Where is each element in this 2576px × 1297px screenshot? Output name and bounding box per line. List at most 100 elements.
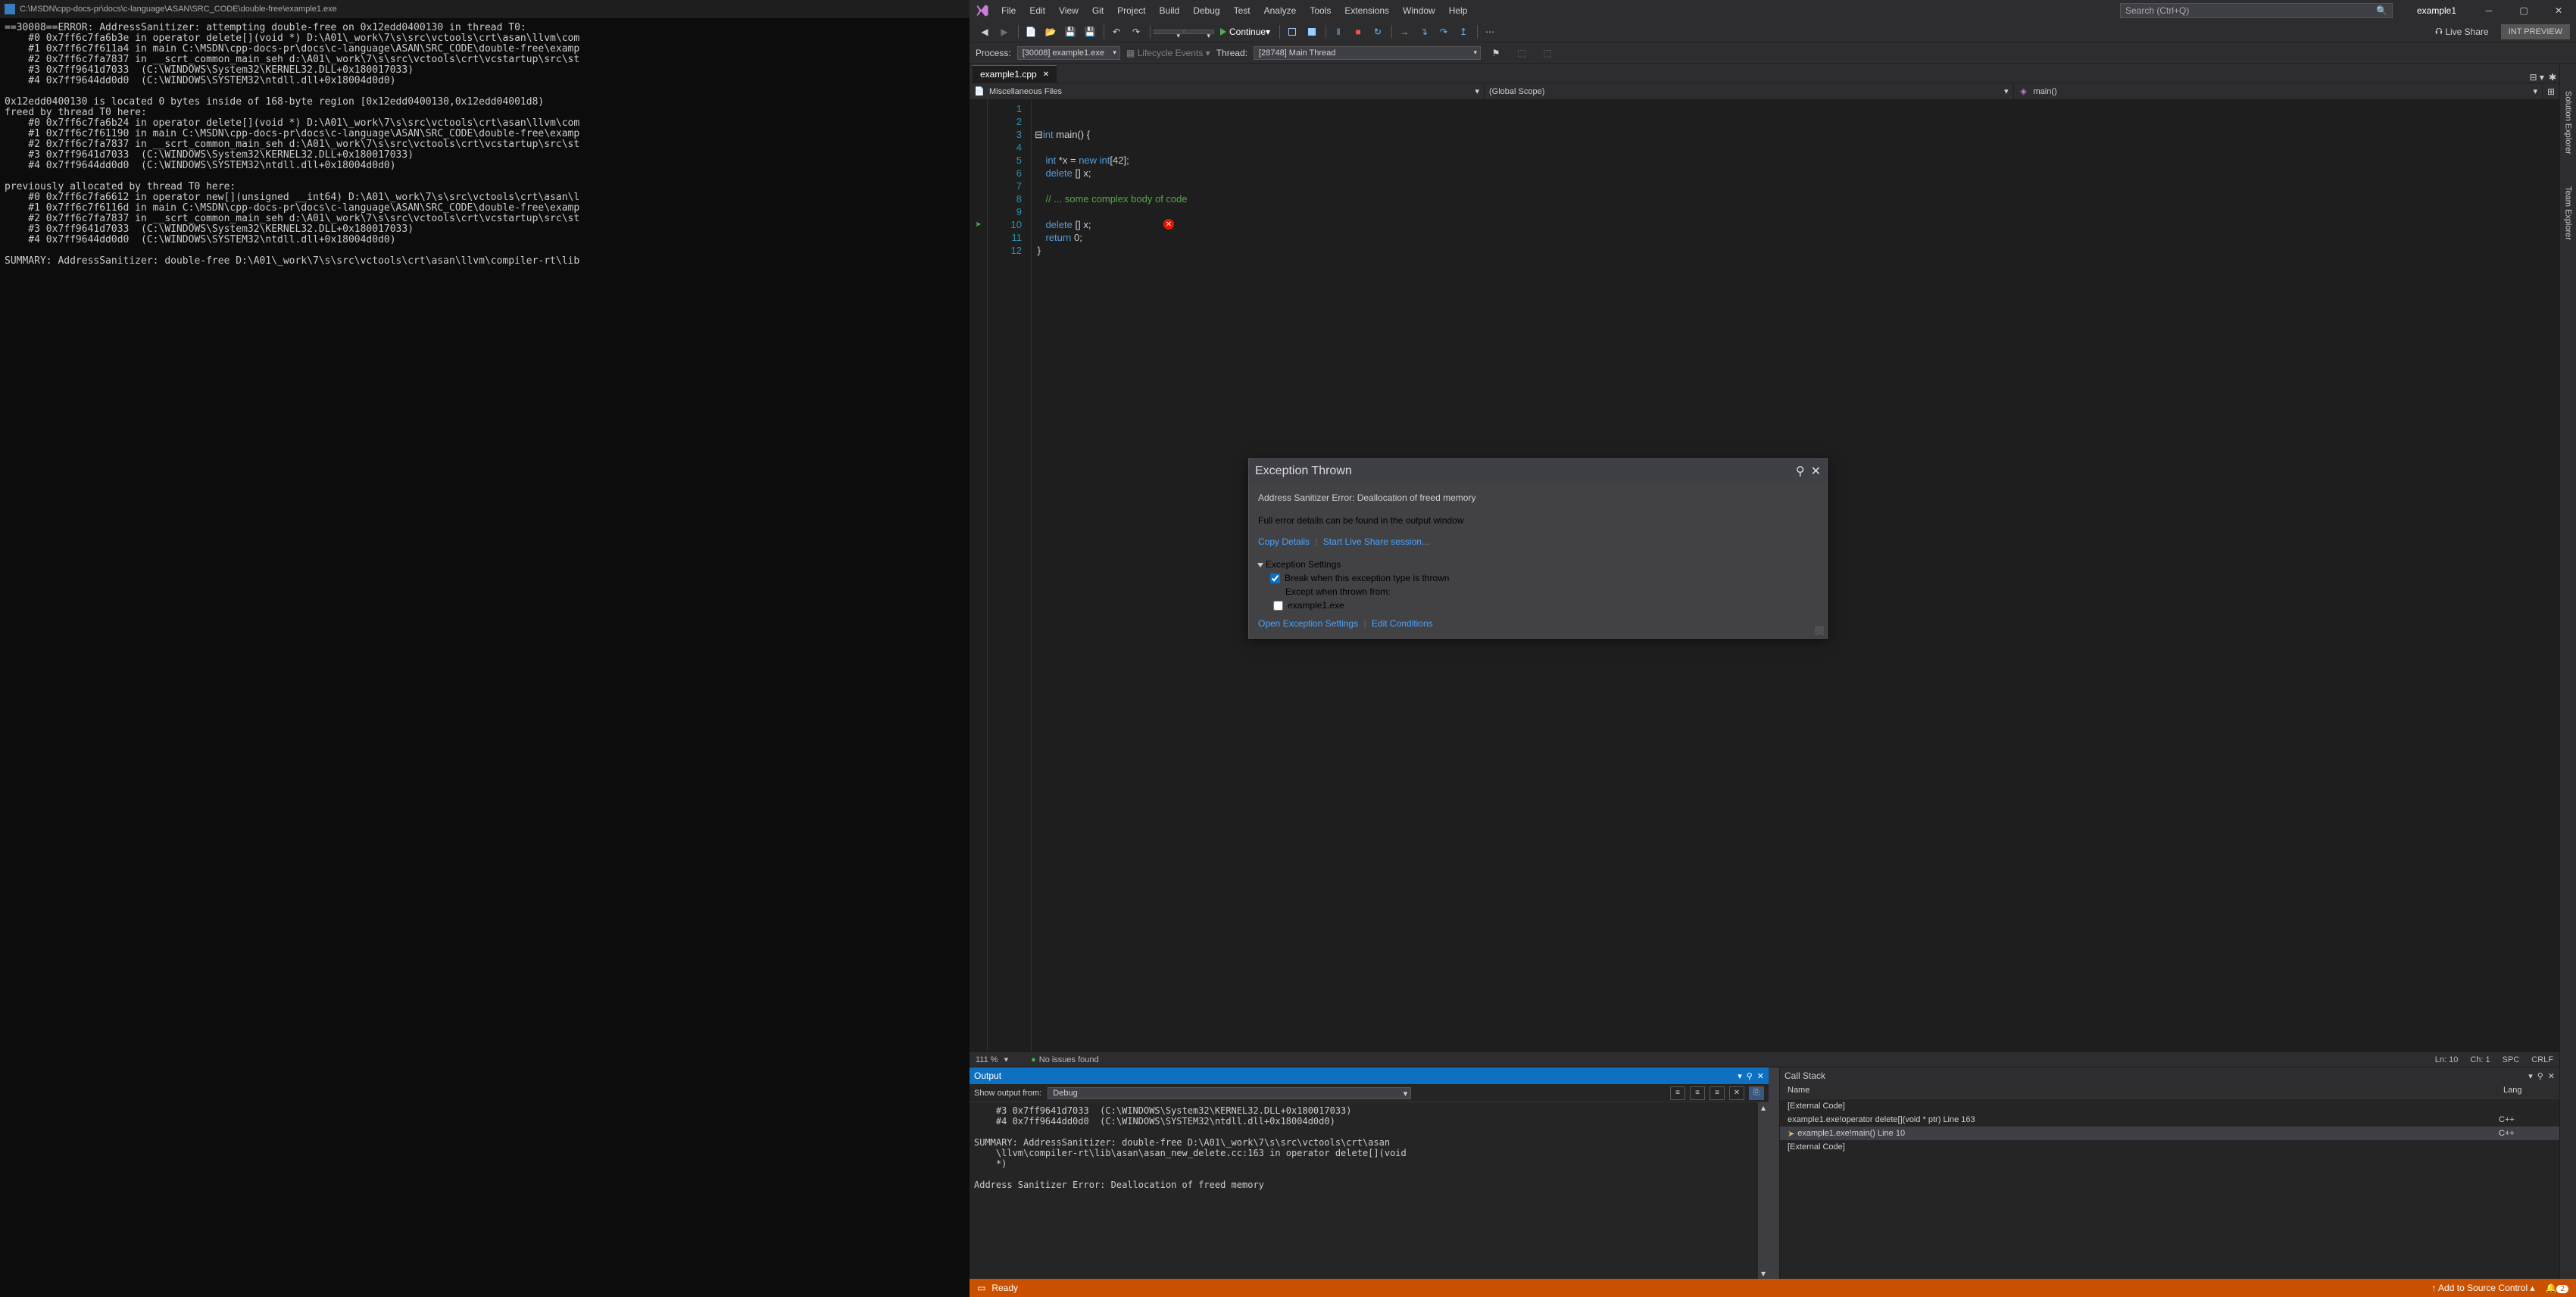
solution-name: example1 [2402, 5, 2471, 16]
callstack-columns: Name Lang [1780, 1084, 2559, 1099]
tool-button-2[interactable]: ⋯ [1481, 23, 1499, 40]
callstack-row[interactable]: ➤example1.exe!main() Line 10C++ [1780, 1127, 2559, 1140]
callstack-panel-header[interactable]: Call Stack ▾ ⚲ ✕ [1780, 1067, 2559, 1084]
panel-close-icon[interactable]: ✕ [1757, 1071, 1764, 1081]
editor-tabstrip: example1.cpp ✕ ⊟ ▾ ✱ [970, 64, 2559, 83]
menu-git[interactable]: Git [1086, 2, 1110, 19]
thread-dropdown[interactable]: [28748] Main Thread [1254, 46, 1481, 60]
undo-button[interactable]: ↶ [1107, 23, 1126, 40]
output-source-dropdown[interactable]: Debug [1048, 1087, 1411, 1099]
file-tab[interactable]: example1.cpp ✕ [973, 65, 1057, 83]
exception-settings-header[interactable]: Exception Settings [1258, 558, 1818, 571]
tabstrip-dropdown-icon[interactable]: ⊟ ▾ [2530, 72, 2544, 83]
platform-dropdown[interactable] [1184, 30, 1214, 34]
notifications-button[interactable]: 🔔2 [2545, 1283, 2568, 1293]
break-on-exception-checkbox[interactable] [1270, 573, 1280, 583]
output-panel-header[interactable]: Output ▾ ⚲ ✕ [970, 1067, 1769, 1084]
tool-button[interactable] [1303, 23, 1321, 40]
stop-button[interactable]: ■ [1349, 23, 1367, 40]
callstack-row[interactable]: [External Code] [1780, 1140, 2559, 1154]
new-button[interactable]: 📄 [1022, 23, 1040, 40]
panel-dropdown-icon[interactable]: ▾ [1738, 1071, 1742, 1081]
error-icon: ✕ [1163, 219, 1174, 230]
output-tool-icon-5[interactable]: ⎘ [1749, 1086, 1764, 1100]
flag-button[interactable]: ⚑ [1487, 45, 1505, 61]
output-h-scrollbar[interactable] [1769, 1067, 1779, 1279]
menu-view[interactable]: View [1053, 2, 1085, 19]
solution-explorer-tab[interactable]: Solution Explorer [2562, 86, 2574, 159]
minimize-button[interactable]: ─ [2471, 0, 2506, 21]
step-into-button[interactable]: ↴ [1415, 23, 1433, 40]
panel-pin-icon[interactable]: ⚲ [1747, 1071, 1753, 1081]
thread-button[interactable]: ⬚ [1538, 45, 1557, 61]
callstack-row[interactable]: example1.exe!operator delete[](void * pt… [1780, 1113, 2559, 1127]
save-all-button[interactable]: 💾 [1081, 23, 1099, 40]
add-source-control-button[interactable]: ↑ Add to Source Control ▴ [2431, 1283, 2534, 1293]
exception-title: Exception Thrown [1255, 464, 1352, 478]
open-exception-settings-link[interactable]: Open Exception Settings [1258, 618, 1358, 629]
code-body[interactable]: ⊟int main() { int *x = new int[42]; dele… [1032, 100, 1188, 1052]
team-explorer-tab[interactable]: Team Explorer [2562, 182, 2574, 245]
continue-button[interactable]: Continue ▾ [1214, 27, 1276, 37]
save-button[interactable]: 💾 [1061, 23, 1079, 40]
exception-close-icon[interactable]: ✕ [1811, 464, 1821, 479]
close-button[interactable]: ✕ [2541, 0, 2576, 21]
callstack-col-lang[interactable]: Lang [2499, 1084, 2559, 1099]
menu-window[interactable]: Window [1397, 2, 1441, 19]
stack-frame-button[interactable]: ⬚ [1513, 45, 1531, 61]
search-placeholder: Search (Ctrl+Q) [2125, 5, 2189, 16]
menu-file[interactable]: File [995, 2, 1022, 19]
output-tool-icon-4[interactable]: ✕ [1729, 1086, 1744, 1100]
class-scope-dropdown[interactable]: (Global Scope) [1485, 83, 2014, 99]
panel-close-icon[interactable]: ✕ [2548, 1071, 2555, 1081]
show-next-statement-button[interactable]: → [1395, 23, 1413, 40]
menu-project[interactable]: Project [1111, 2, 1151, 19]
exception-error-text: Address Sanitizer Error: Deallocation of… [1258, 491, 1818, 505]
menu-tools[interactable]: Tools [1304, 2, 1337, 19]
copy-details-link[interactable]: Copy Details [1258, 536, 1310, 547]
resize-grip-icon[interactable] [1815, 626, 1824, 635]
step-over-button[interactable]: ↷ [1435, 23, 1453, 40]
output-text[interactable]: #3 0x7ff9641d7033 (C:\WINDOWS\System32\K… [970, 1102, 1758, 1279]
menu-debug[interactable]: Debug [1187, 2, 1226, 19]
pause-button[interactable]: ‖ [1329, 23, 1347, 40]
tabstrip-settings-icon[interactable]: ✱ [2549, 72, 2556, 83]
project-scope-dropdown[interactable]: 📄 Miscellaneous Files [970, 83, 1485, 99]
config-dropdown[interactable] [1154, 30, 1184, 34]
output-tool-icon-1[interactable]: ≡ [1670, 1086, 1685, 1100]
output-tool-icon-3[interactable]: ≡ [1710, 1086, 1725, 1100]
edit-conditions-link[interactable]: Edit Conditions [1372, 618, 1433, 629]
zoom-level[interactable]: 111 % [976, 1055, 998, 1064]
menu-analyze[interactable]: Analyze [1258, 2, 1303, 19]
callstack-col-name[interactable]: Name [1780, 1084, 2499, 1099]
open-button[interactable]: 📂 [1041, 23, 1060, 40]
menu-build[interactable]: Build [1154, 2, 1186, 19]
redo-button[interactable]: ↷ [1127, 23, 1145, 40]
menu-edit[interactable]: Edit [1023, 2, 1051, 19]
start-liveshare-link[interactable]: Start Live Share session... [1323, 536, 1429, 547]
except-when-label: Except when thrown from: [1285, 585, 1818, 598]
callstack-row[interactable]: [External Code] [1780, 1099, 2559, 1113]
tab-close-icon[interactable]: ✕ [1043, 70, 1049, 79]
vs-titlebar: FileEditViewGitProjectBuildDebugTestAnal… [970, 0, 2576, 21]
function-scope-dropdown[interactable]: ◈ main() [2014, 83, 2543, 99]
forward-button[interactable]: ▶ [995, 23, 1013, 40]
step-out-button[interactable]: ↥ [1454, 23, 1472, 40]
maximize-button[interactable]: ▢ [2506, 0, 2541, 21]
panel-pin-icon[interactable]: ⚲ [2537, 1071, 2543, 1081]
menu-test[interactable]: Test [1228, 2, 1257, 19]
except-module-checkbox[interactable] [1273, 601, 1283, 611]
panel-dropdown-icon[interactable]: ▾ [2528, 1071, 2533, 1081]
output-scrollbar[interactable]: ▴▾ [1758, 1102, 1769, 1279]
back-button[interactable]: ◀ [976, 23, 994, 40]
search-box[interactable]: Search (Ctrl+Q) 🔍 [2120, 3, 2393, 18]
browser-button[interactable] [1283, 23, 1301, 40]
split-button[interactable]: ⊞ [2543, 83, 2559, 99]
process-dropdown[interactable]: [30008] example1.exe [1017, 46, 1120, 60]
live-share-button[interactable]: ⮉ Live Share [2429, 26, 2495, 37]
exception-pin-icon[interactable]: ⚲ [1796, 464, 1805, 479]
output-tool-icon-2[interactable]: ≡ [1690, 1086, 1705, 1100]
menu-help[interactable]: Help [1443, 2, 1474, 19]
restart-button[interactable]: ↻ [1369, 23, 1387, 40]
menu-extensions[interactable]: Extensions [1338, 2, 1395, 19]
